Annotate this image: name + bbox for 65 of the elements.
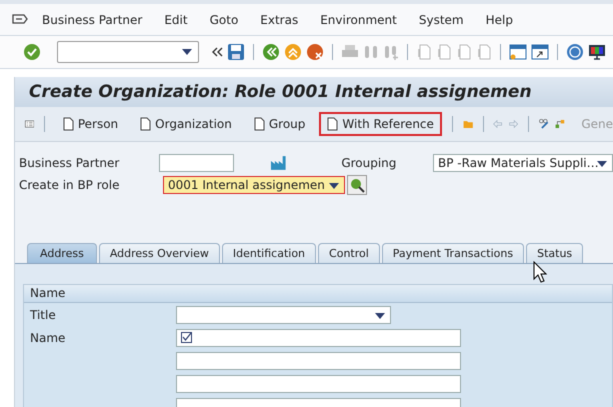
- menu-item[interactable]: Edit: [164, 12, 188, 26]
- field-label: Business Partner: [18, 156, 120, 170]
- tab[interactable]: Control: [318, 243, 380, 263]
- exit-icon[interactable]: [284, 43, 302, 61]
- back-icon[interactable]: [262, 43, 280, 61]
- tab[interactable]: Address Overview: [98, 243, 220, 263]
- dropdown-field[interactable]: [176, 306, 391, 324]
- monitor-icon[interactable]: [588, 43, 606, 61]
- find-next-icon[interactable]: [383, 44, 399, 60]
- save-icon[interactable]: [227, 43, 245, 61]
- caret-icon[interactable]: [329, 183, 339, 189]
- document-icon: [62, 117, 74, 131]
- tab[interactable]: Address: [27, 243, 97, 263]
- caret-icon[interactable]: [597, 161, 607, 167]
- new-window-icon[interactable]: [509, 43, 527, 61]
- screen-title: Create Organization: Role 0001 Internal assignemen: [15, 77, 613, 107]
- menu-item[interactable]: Goto: [210, 12, 238, 26]
- menu-item[interactable]: Help: [486, 12, 513, 26]
- menu-icon[interactable]: [12, 12, 28, 26]
- input-field[interactable]: [159, 154, 234, 172]
- help-icon[interactable]: [566, 43, 584, 61]
- menu-item[interactable]: System: [418, 12, 464, 26]
- toolbar-button[interactable]: Group: [246, 112, 314, 136]
- page-icon[interactable]: [436, 43, 452, 61]
- menu-item[interactable]: Environment: [320, 12, 397, 26]
- left-arrow-icon[interactable]: [493, 117, 503, 131]
- factory-icon: [270, 155, 288, 171]
- page-icon[interactable]: [476, 43, 492, 61]
- section-title: Name: [24, 285, 612, 303]
- checkbox-icon[interactable]: [181, 332, 192, 343]
- right-arrow-icon[interactable]: [508, 117, 518, 131]
- field-label: Grouping: [341, 156, 398, 170]
- collapse-icon[interactable]: [211, 46, 223, 58]
- input-field[interactable]: [176, 328, 461, 346]
- document-icon: [254, 117, 265, 131]
- binoculars-icon[interactable]: [363, 44, 379, 60]
- menu-item[interactable]: Business Partner: [42, 12, 142, 26]
- toolbar-button[interactable]: Person: [54, 112, 126, 136]
- input-field[interactable]: [176, 374, 461, 392]
- check-icon[interactable]: [23, 43, 41, 61]
- caret-icon[interactable]: [182, 49, 192, 55]
- tab[interactable]: Status: [526, 243, 584, 263]
- field-label: Create in BP role: [18, 178, 120, 192]
- caret-icon[interactable]: [375, 312, 385, 318]
- document-icon: [140, 117, 152, 131]
- print-icon[interactable]: [341, 44, 359, 60]
- dropdown-field[interactable]: BP -Raw Materials Suppli…: [433, 154, 613, 172]
- toolbar-button[interactable]: Organization: [132, 112, 240, 136]
- input-field[interactable]: [176, 352, 461, 370]
- tab[interactable]: Identification: [222, 243, 316, 263]
- dropdown-field[interactable]: 0001 Internal assignemen: [163, 176, 345, 194]
- page-icon[interactable]: [416, 43, 432, 61]
- cancel-icon[interactable]: [306, 43, 324, 61]
- list-icon[interactable]: [25, 118, 34, 130]
- toolbar-button[interactable]: With Reference: [319, 112, 442, 136]
- page-icon[interactable]: [456, 43, 472, 61]
- mouse-cursor-icon: [533, 261, 547, 283]
- field-label: Title: [30, 308, 57, 322]
- search-icon[interactable]: [347, 175, 367, 195]
- field-label: Name: [30, 330, 66, 344]
- document-icon: [327, 117, 338, 131]
- menu-item[interactable]: Extras: [260, 12, 298, 26]
- tab[interactable]: Payment Transactions: [382, 243, 524, 263]
- command-field[interactable]: [57, 41, 199, 63]
- shortcut-icon[interactable]: [531, 43, 549, 61]
